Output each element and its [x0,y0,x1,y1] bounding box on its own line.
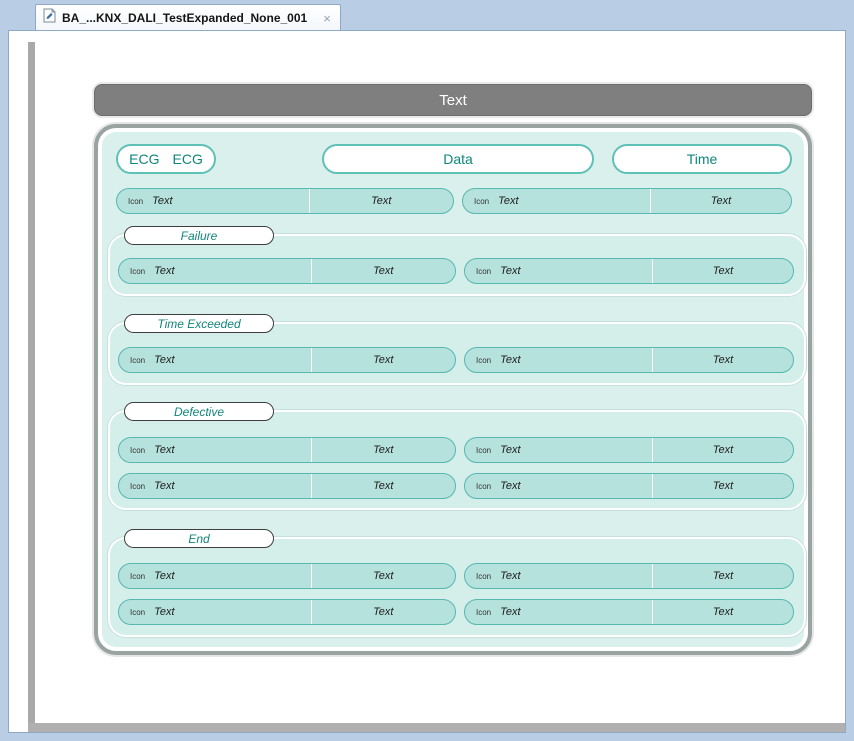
pill-value-label: Text [311,438,455,462]
pill-value-label: Text [652,259,793,283]
pill-value-label: Text [311,348,455,372]
status-pill[interactable]: Icon Text Text [464,437,794,463]
pill-text-label: Text [500,570,520,582]
status-pill[interactable]: Icon Text Text [116,188,454,214]
ecg-button[interactable]: ECG ECG [116,144,216,174]
pill-value-label: Text [311,259,455,283]
pill-value-label: Text [311,474,455,498]
status-pill[interactable]: Icon Text Text [118,347,456,373]
status-pill[interactable]: Icon Text Text [462,188,792,214]
pill-value-label: Text [652,348,793,372]
pill-left-segment: Icon Text [119,600,311,624]
status-pill[interactable]: Icon Text Text [118,473,456,499]
pill-value-label: Text [309,189,453,213]
section-label-failure[interactable]: Failure [124,226,274,245]
pill-text-label: Text [154,354,174,366]
pill-value-label: Text [652,474,793,498]
pill-icon-placeholder: Icon [130,356,145,365]
status-pill[interactable]: Icon Text Text [464,473,794,499]
pill-left-segment: Icon Text [119,474,311,498]
section-failure[interactable]: Failure Icon Text Text Icon Text Text [108,234,806,296]
pill-left-segment: Icon Text [465,438,652,462]
pill-icon-placeholder: Icon [476,482,491,491]
section-time-exceeded[interactable]: Time Exceeded Icon Text Text Icon Text T… [108,322,806,385]
pill-left-segment: Icon Text [463,189,650,213]
pill-icon-placeholder: Icon [474,197,489,206]
section-label-end[interactable]: End [124,529,274,548]
pill-icon-placeholder: Icon [476,356,491,365]
pill-left-segment: Icon Text [119,438,311,462]
pill-text-label: Text [154,480,174,492]
pill-icon-placeholder: Icon [130,572,145,581]
pill-icon-placeholder: Icon [130,608,145,617]
status-pill[interactable]: Icon Text Text [118,437,456,463]
section-defective[interactable]: Defective Icon Text Text Icon Text Text [108,410,806,510]
pill-icon-placeholder: Icon [476,446,491,455]
pill-left-segment: Icon Text [117,189,309,213]
status-pill[interactable]: Icon Text Text [118,563,456,589]
pill-icon-placeholder: Icon [476,608,491,617]
main-widget-panel[interactable]: ECG ECG Data Time Icon Text Text Icon Te… [94,124,812,655]
tab-bar: BA_...KNX_DALI_TestExpanded_None_001 × [8,3,846,31]
document-icon [43,8,56,28]
pill-value-label: Text [311,564,455,588]
status-pill[interactable]: Icon Text Text [464,599,794,625]
status-pill[interactable]: Icon Text Text [464,258,794,284]
pill-left-segment: Icon Text [465,600,652,624]
pill-text-label: Text [500,354,520,366]
pill-value-label: Text [650,189,791,213]
pill-icon-placeholder: Icon [130,267,145,276]
pill-text-label: Text [154,570,174,582]
pill-text-label: Text [152,195,172,207]
page: Text ECG ECG Data Time Icon Text Text Ic… [35,42,845,723]
pill-text-label: Text [154,444,174,456]
pill-left-segment: Icon Text [465,348,652,372]
pill-left-segment: Icon Text [465,564,652,588]
pill-icon-placeholder: Icon [128,197,143,206]
pill-text-label: Text [500,606,520,618]
page-title-bar[interactable]: Text [94,84,812,116]
pill-value-label: Text [652,564,793,588]
ecg-label-right: ECG [173,151,203,167]
data-field[interactable]: Data [322,144,594,174]
pill-icon-placeholder: Icon [130,482,145,491]
pill-icon-placeholder: Icon [476,572,491,581]
tab-title: BA_...KNX_DALI_TestExpanded_None_001 [62,11,307,25]
pill-value-label: Text [652,600,793,624]
pill-left-segment: Icon Text [465,259,652,283]
pill-text-label: Text [500,480,520,492]
design-canvas: Text ECG ECG Data Time Icon Text Text Ic… [8,30,846,733]
pill-left-segment: Icon Text [119,259,311,283]
status-pill[interactable]: Icon Text Text [118,258,456,284]
pill-value-label: Text [652,438,793,462]
pill-text-label: Text [500,265,520,277]
page-edge-shadow-left [28,42,35,723]
pill-left-segment: Icon Text [465,474,652,498]
pill-icon-placeholder: Icon [130,446,145,455]
pill-text-label: Text [500,444,520,456]
tab-document[interactable]: BA_...KNX_DALI_TestExpanded_None_001 × [35,4,341,31]
pill-text-label: Text [154,606,174,618]
section-end[interactable]: End Icon Text Text Icon Text Text [108,537,806,637]
status-pill[interactable]: Icon Text Text [464,563,794,589]
pill-text-label: Text [154,265,174,277]
status-pill[interactable]: Icon Text Text [118,599,456,625]
close-icon[interactable]: × [323,12,331,25]
page-edge-shadow-bottom [28,723,845,732]
pill-left-segment: Icon Text [119,348,311,372]
time-field[interactable]: Time [612,144,792,174]
pill-value-label: Text [311,600,455,624]
pill-text-label: Text [498,195,518,207]
section-label-defective[interactable]: Defective [124,402,274,421]
status-pill[interactable]: Icon Text Text [464,347,794,373]
section-label-time-exceeded[interactable]: Time Exceeded [124,314,274,333]
pill-icon-placeholder: Icon [476,267,491,276]
ecg-label-left: ECG [129,151,159,167]
pill-left-segment: Icon Text [119,564,311,588]
